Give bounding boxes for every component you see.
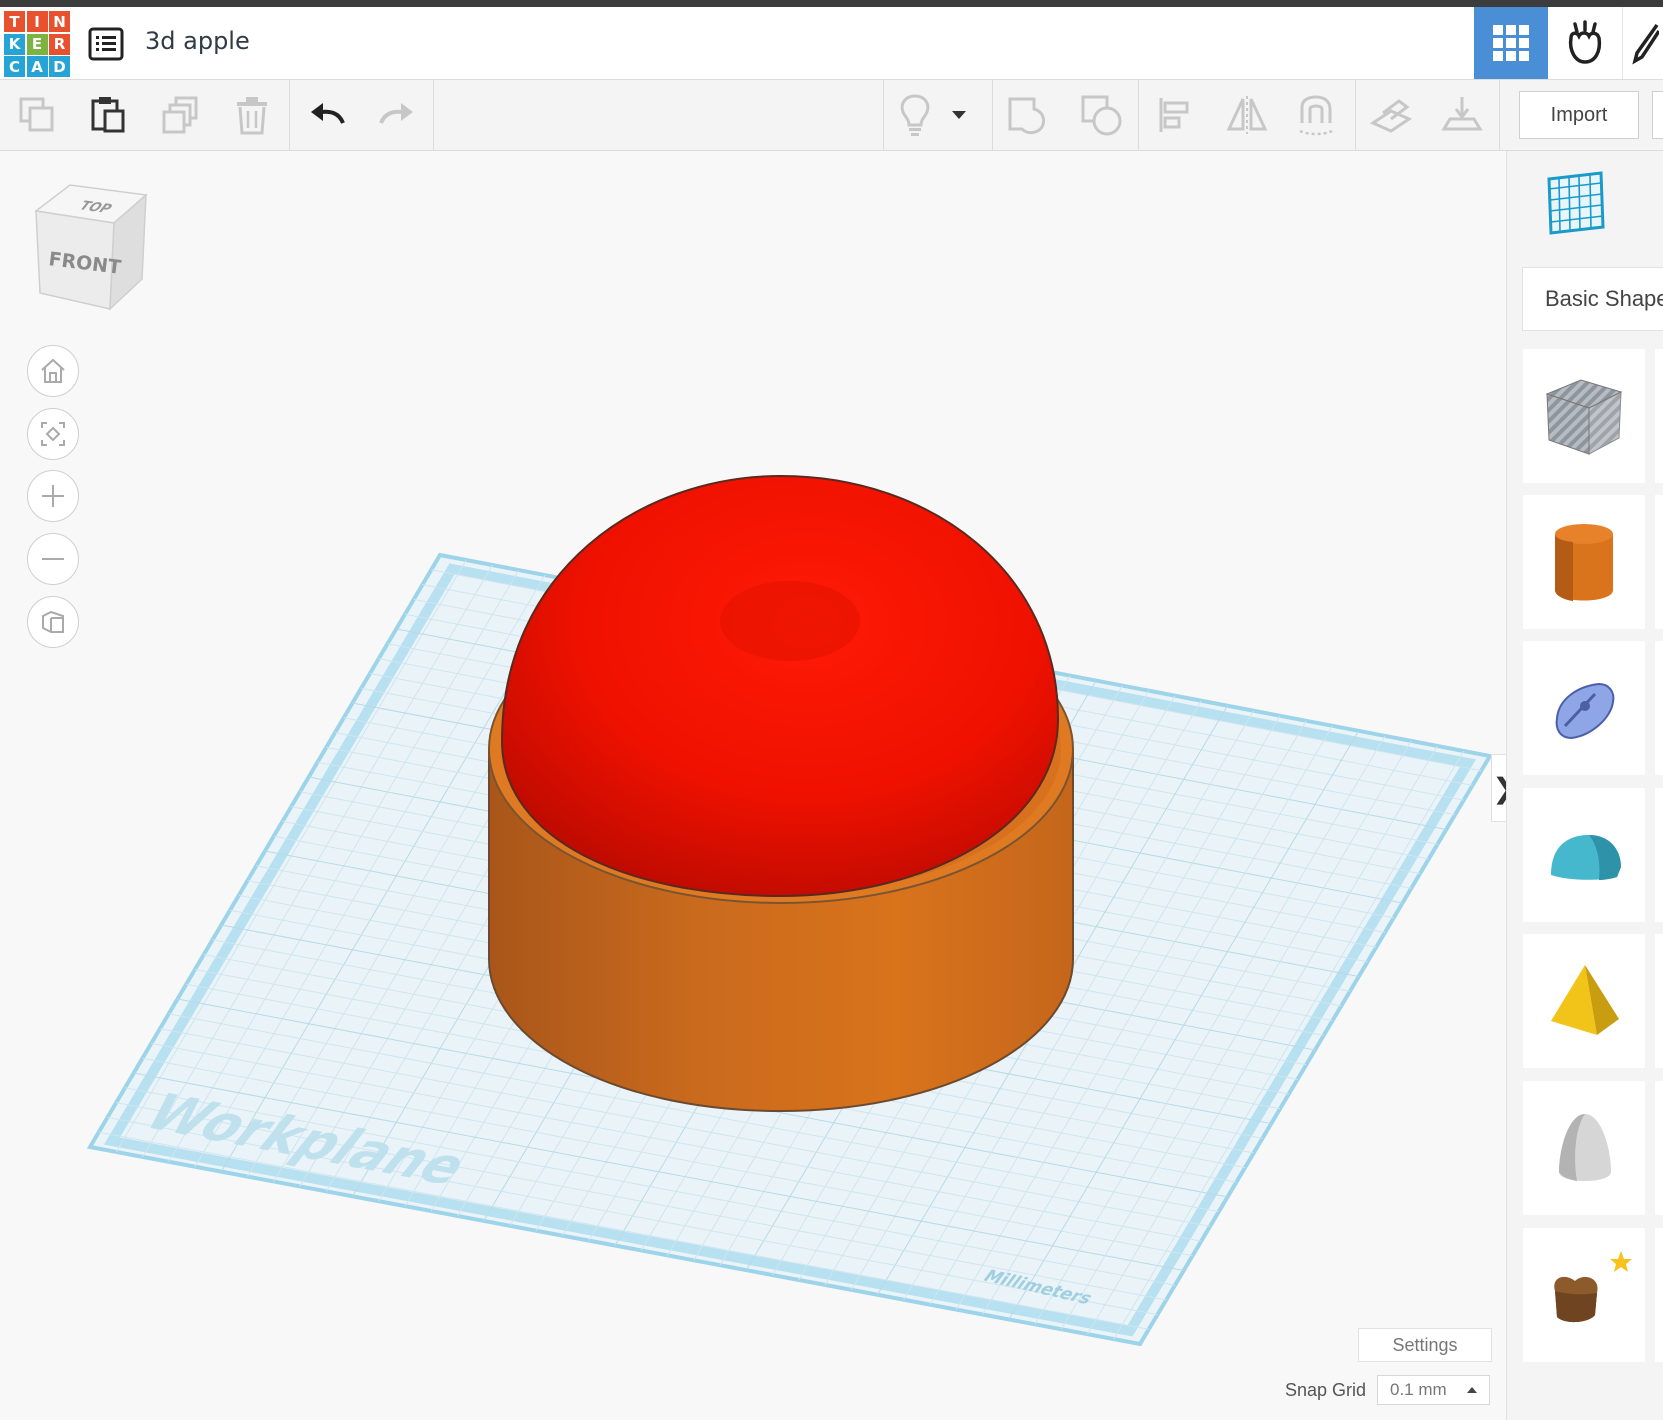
star-icon [1610,1251,1632,1272]
logo-letter: A [26,56,48,77]
grid-view-button[interactable] [1474,7,1548,79]
toolbar-divider [1499,80,1500,150]
paraboloid-icon [1559,1114,1611,1181]
heart-icon [1554,1251,1632,1323]
shape-pyramid[interactable] [1523,934,1645,1068]
3d-viewport[interactable]: Workplane Millimeters TOP FRONT ❯ Settin… [0,151,1506,1420]
snap-grid-label: Snap Grid [1285,1380,1367,1400]
shape-cylinder[interactable] [1523,495,1645,629]
zoom-out-button[interactable] [27,533,79,585]
logo-letter: R [49,33,70,55]
shape-paraboloid[interactable] [1523,1081,1645,1215]
fit-view-icon [41,422,65,446]
apple-dome[interactable] [500,474,1060,898]
pyramid-icon [1551,965,1619,1035]
logo-letter: N [49,11,70,32]
scribble-icon [1555,682,1615,740]
snap-grid-value: 0.1 mm [1390,1380,1447,1399]
workplane-icon[interactable] [1366,90,1416,140]
projection-icon [42,610,64,633]
toolbar-divider [433,80,434,150]
toolbar-divider [1138,80,1139,150]
collapse-panel-button[interactable]: ❯ [1491,754,1506,822]
projection-button[interactable] [27,596,79,648]
align-icon[interactable] [1150,90,1200,140]
home-view-button[interactable] [27,345,79,397]
logo-letter: T [4,11,25,32]
sim-lab-button[interactable] [1622,7,1663,79]
toolbar-divider [883,80,884,150]
toolbar-divider [289,80,290,150]
logo-letter: C [4,56,25,77]
dropdown-icon[interactable] [944,90,974,140]
duplicate-icon[interactable] [155,90,205,140]
paste-icon[interactable] [82,90,132,140]
redo-icon[interactable] [372,90,422,140]
mirror-icon[interactable] [1222,90,1272,140]
ungroup-icon[interactable] [1076,90,1126,140]
export-button[interactable] [1652,91,1663,139]
shape-tile-partial[interactable] [1655,1081,1663,1215]
home-icon [41,358,65,383]
striped-box-icon [1545,379,1623,455]
delete-icon[interactable] [227,90,277,140]
half-round-icon [1551,835,1621,880]
pencil-icon [1631,23,1659,65]
shape-tile-partial[interactable] [1655,1228,1663,1362]
window-top-strip [0,0,1663,7]
design-list-icon[interactable] [88,27,124,61]
shapes-panel: Basic Shapes [1506,151,1663,1420]
group-icon[interactable] [1003,90,1053,140]
snap-grid-select[interactable]: 0.1 mm [1377,1375,1490,1405]
logo-letter: I [26,11,48,32]
shape-scribble[interactable] [1523,641,1645,775]
shape-tile-partial[interactable] [1655,788,1663,922]
toolbar-divider [1355,80,1356,150]
shape-category-dropdown[interactable]: Basic Shapes [1522,267,1663,331]
tinker-hand-button[interactable] [1548,7,1622,79]
zoom-in-button[interactable] [27,470,79,522]
shape-tile-partial[interactable] [1655,349,1663,483]
shape-box-hole[interactable] [1523,349,1645,483]
app-header: TIN KER CAD 3d apple [0,7,1663,80]
tinkercad-logo[interactable]: TIN KER CAD [4,11,70,77]
toolbar-divider [992,80,993,150]
ruler-icon[interactable] [1437,90,1487,140]
shape-heart[interactable] [1523,1228,1645,1362]
shape-tile-partial[interactable] [1655,641,1663,775]
grid-workplane-icon[interactable] [1543,171,1607,235]
zoom-in-icon [42,485,64,507]
zoom-out-icon [42,558,64,560]
shape-tile-partial[interactable] [1655,934,1663,1068]
copy-icon[interactable] [12,90,62,140]
shape-half-round[interactable] [1523,788,1645,922]
shape-tile-partial[interactable] [1655,495,1663,629]
grid-view-icon [1493,25,1529,61]
scene-canvas[interactable]: Workplane Millimeters [0,151,1506,1420]
logo-letter: K [4,33,25,55]
settings-button[interactable]: Settings [1358,1328,1492,1362]
design-title[interactable]: 3d apple [145,27,250,55]
import-button[interactable]: Import [1519,91,1639,139]
logo-letter: E [26,33,48,55]
cruise-icon[interactable] [1291,90,1341,140]
caret-up-icon [1467,1387,1477,1393]
view-cube[interactable]: TOP FRONT [30,183,150,313]
bulb-icon[interactable] [890,90,940,140]
logo-letter: D [49,56,70,77]
cylinder-icon [1555,524,1613,601]
edit-toolbar: Import [0,80,1663,151]
hand-icon [1568,20,1602,64]
fit-view-button[interactable] [27,408,79,460]
undo-icon[interactable] [302,90,352,140]
